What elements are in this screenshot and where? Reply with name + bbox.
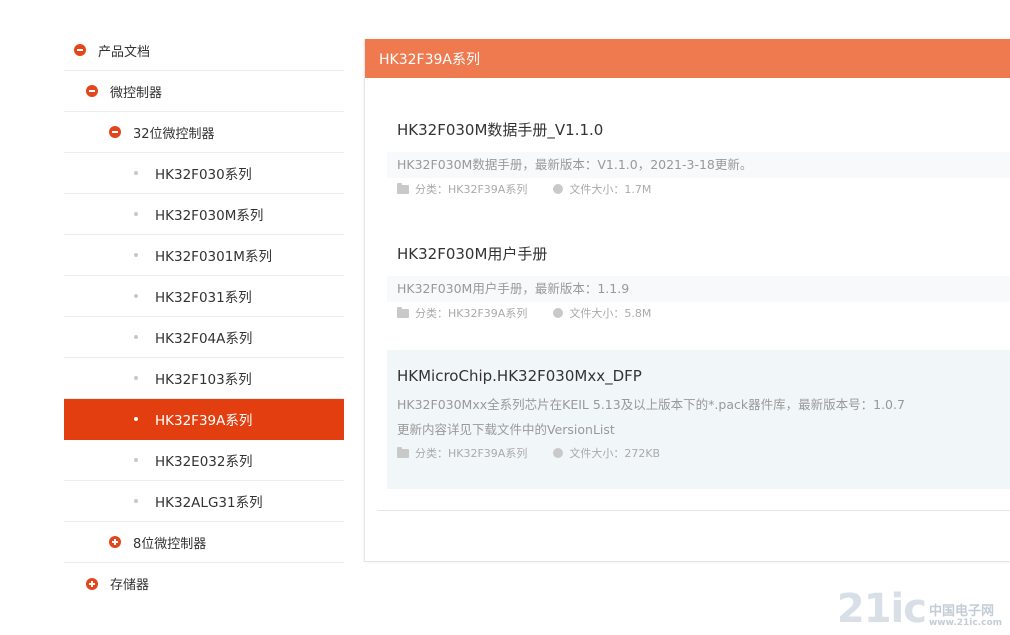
folder-icon (397, 446, 409, 458)
document-title-link[interactable]: HKMicroChip.HK32F030Mxx_DFP (387, 367, 1010, 385)
document-item: HK32F030M数据手册_V1.1.0 HK32F030M数据手册，最新版本：… (387, 119, 1010, 200)
bullet-icon (134, 499, 138, 503)
bullet-icon (134, 212, 138, 216)
list-divider (377, 510, 1010, 511)
document-meta: 分类：HK32F39A系列 文件大小：5.8M (387, 302, 1010, 324)
tree-item-label: 存储器 (110, 578, 150, 593)
folder-icon (397, 182, 409, 194)
document-description: HK32F030Mxx全系列芯片在KEIL 5.13及以上版本下的*.pack器… (397, 397, 905, 412)
tree-item-hk32f04a[interactable]: HK32F04A系列 (64, 317, 344, 358)
document-description: HK32F030M数据手册，最新版本：V1.1.0，2021-3-18更新。 (387, 152, 1010, 178)
document-item: HKMicroChip.HK32F030Mxx_DFP HK32F030Mxx全… (387, 350, 1010, 489)
bullet-icon (134, 171, 138, 175)
bullet-icon (134, 458, 138, 462)
document-category: 分类：HK32F39A系列 (415, 447, 528, 460)
collapse-icon[interactable] (86, 85, 98, 97)
tree-item-label: HK32ALG31系列 (155, 495, 263, 511)
tree-item-8bit-mcu[interactable]: 8位微控制器 (64, 522, 344, 563)
folder-icon (397, 306, 409, 318)
tree-item-product-docs[interactable]: 产品文档 (64, 30, 344, 71)
document-description: HK32F030M用户手册，最新版本：1.1.9 (387, 276, 1010, 302)
document-category: 分类：HK32F39A系列 (415, 183, 528, 196)
site-watermark: 21ic 中国电子网 www.21ic.com (837, 589, 1002, 629)
document-title-link[interactable]: HK32F030M用户手册 (387, 243, 1010, 264)
tree-item-label: 产品文档 (98, 44, 151, 60)
panel-title: HK32F39A系列 (365, 39, 1010, 78)
watermark-logo: 21ic (836, 586, 927, 632)
tree-item-label: HK32F030系列 (155, 167, 252, 183)
tree-item-label: HK32E032系列 (155, 454, 253, 470)
bullet-icon (134, 253, 138, 257)
watermark-line-2: www.21ic.com (928, 618, 1002, 629)
tree-item-memory[interactable]: 存储器 (64, 563, 344, 604)
tree-item-32bit-mcu[interactable]: 32位微控制器 (64, 112, 344, 153)
file-size-icon (553, 308, 564, 318)
expand-icon[interactable] (86, 577, 98, 590)
tree-item-hk32alg31[interactable]: HK32ALG31系列 (64, 481, 344, 522)
tree-item-label: HK32F39A系列 (155, 413, 253, 429)
document-size: 文件大小：5.8M (569, 307, 652, 320)
tree-item-hk32f103[interactable]: HK32F103系列 (64, 358, 344, 399)
tree-item-label: HK32F030M系列 (155, 208, 264, 224)
tree-item-label: HK32F0301M系列 (155, 249, 272, 265)
bullet-icon (134, 417, 138, 421)
collapse-icon[interactable] (109, 126, 121, 138)
tree-item-label: HK32F103系列 (155, 372, 252, 388)
watermark-line-1: 中国电子网 (928, 603, 994, 619)
file-size-icon (553, 184, 564, 194)
file-size-icon (553, 448, 564, 458)
tree-item-label: 8位微控制器 (133, 536, 207, 552)
bullet-icon (134, 335, 138, 339)
expand-icon[interactable] (109, 536, 121, 548)
tree-item-label: HK32F04A系列 (155, 331, 253, 347)
document-size: 文件大小：272KB (569, 447, 661, 460)
document-meta: 分类：HK32F39A系列 文件大小：1.7M (387, 178, 1010, 200)
watermark-text: 中国电子网 www.21ic.com (928, 603, 1002, 629)
tree-item-label: 微控制器 (110, 85, 163, 101)
document-title-link[interactable]: HK32F030M数据手册_V1.1.0 (387, 119, 1010, 140)
tree-item-label: 32位微控制器 (133, 126, 215, 142)
document-description: 更新内容详见下载文件中的VersionList (397, 422, 615, 437)
tree-item-hk32f030m[interactable]: HK32F030M系列 (64, 194, 344, 235)
document-meta: 分类：HK32F39A系列 文件大小：272KB (387, 442, 1010, 464)
product-doc-tree: 产品文档 微控制器 32位微控制器 HK32F030系列 HK32F030M系列… (64, 30, 344, 604)
tree-item-label: HK32F031系列 (155, 290, 252, 306)
document-list-panel: HK32F39A系列 HK32F030M数据手册_V1.1.0 HK32F030… (364, 39, 1010, 562)
document-item: HK32F030M用户手册 HK32F030M用户手册，最新版本：1.1.9 分… (387, 243, 1010, 324)
tree-item-hk32f0301m[interactable]: HK32F0301M系列 (64, 235, 344, 276)
collapse-icon[interactable] (74, 44, 86, 56)
bullet-icon (134, 294, 138, 298)
tree-item-microcontroller[interactable]: 微控制器 (64, 71, 344, 112)
bullet-icon (134, 376, 138, 380)
document-size: 文件大小：1.7M (569, 183, 652, 196)
tree-item-hk32e032[interactable]: HK32E032系列 (64, 440, 344, 481)
document-category: 分类：HK32F39A系列 (415, 307, 528, 320)
tree-item-hk32f030[interactable]: HK32F030系列 (64, 153, 344, 194)
tree-item-hk32f39a[interactable]: HK32F39A系列 (64, 399, 344, 440)
tree-item-hk32f031[interactable]: HK32F031系列 (64, 276, 344, 317)
